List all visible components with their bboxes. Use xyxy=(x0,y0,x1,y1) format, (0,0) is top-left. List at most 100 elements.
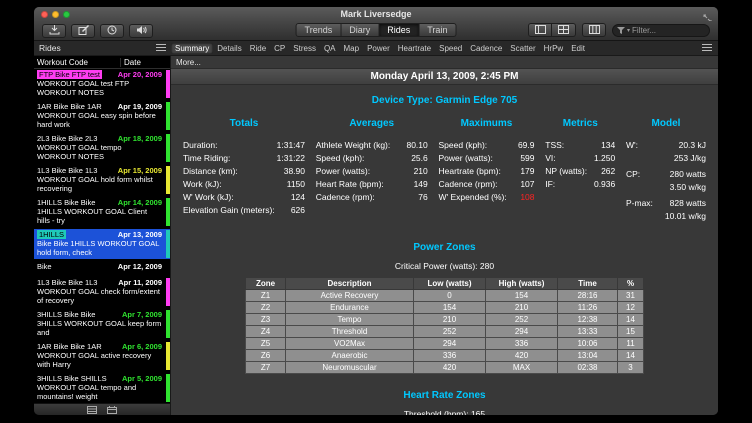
zone-cell: 02:38 xyxy=(558,362,618,374)
metric-value: 626 xyxy=(291,204,305,217)
metric-label: Athlete Weight (kg): xyxy=(316,139,391,152)
tab-speed[interactable]: Speed xyxy=(435,43,466,54)
metric: Athlete Weight (kg):80.10 xyxy=(316,139,428,152)
ride-color-stripe xyxy=(166,230,170,258)
metric-label: NP (watts): xyxy=(545,165,587,178)
close-window-button[interactable] xyxy=(41,11,48,18)
tab-map[interactable]: Map xyxy=(340,43,364,54)
zone-cell: 294 xyxy=(414,338,486,350)
metrics-section-maximums: MaximumsSpeed (kph):69.9Power (watts):59… xyxy=(439,118,535,226)
metric-value: 828 watts xyxy=(670,197,706,210)
metric-value: 107 xyxy=(520,178,534,191)
sidebar-menu-icon[interactable] xyxy=(156,44,166,53)
metric: Power (watts):599 xyxy=(439,152,535,165)
zone-cell: Active Recovery xyxy=(286,290,414,302)
metric-label: CP: xyxy=(626,168,640,181)
ride-list-item[interactable]: Apr 18, 20092L3 Bike Bike 2L3 WORKOUT GO… xyxy=(34,133,170,163)
zone-cell: Neuromuscular xyxy=(286,362,414,374)
ride-date: Apr 15, 2009 xyxy=(118,166,162,175)
tab-heartrate[interactable]: Heartrate xyxy=(394,43,435,54)
ride-list-item[interactable]: Apr 13, 20091HILLSBike Bike 1HILLS WORKO… xyxy=(34,229,170,259)
view-switcher: TrendsDiaryRidesTrain xyxy=(296,23,457,37)
ride-list-item[interactable]: Apr 19, 20091AR Bike Bike 1AR WORKOUT GO… xyxy=(34,101,170,131)
traffic-lights xyxy=(34,11,70,18)
ride-sidebar: Workout Code Date Apr 20, 2009FTP Bike F… xyxy=(34,56,171,415)
chart-menu-icon[interactable] xyxy=(696,44,718,53)
view-tab-diary[interactable]: Diary xyxy=(341,23,379,37)
metric-value: 599 xyxy=(520,152,534,165)
zone-cell: Z5 xyxy=(246,338,286,350)
filter-field[interactable]: ▾ xyxy=(612,24,710,37)
zone-cell: 210 xyxy=(414,314,486,326)
toolbar-left-group xyxy=(42,24,153,38)
analysis-tabbar: Rides SummaryDetailsRideCPStressQAMapPow… xyxy=(34,41,718,56)
manual-entry-button[interactable] xyxy=(71,24,95,38)
import-ride-button[interactable] xyxy=(42,24,66,38)
content: Workout Code Date Apr 20, 2009FTP Bike F… xyxy=(34,56,718,415)
tab-qa[interactable]: QA xyxy=(320,43,340,54)
tab-power[interactable]: Power xyxy=(363,43,394,54)
view-tab-train[interactable]: Train xyxy=(419,23,456,37)
column-header-date[interactable]: Date xyxy=(120,58,170,67)
tab-edit[interactable]: Edit xyxy=(567,43,589,54)
ride-list-item[interactable]: Apr 7, 20093HILLS Bike Bike 3HILLS WORKO… xyxy=(34,309,170,339)
ride-list-item[interactable]: Apr 5, 20093HILLS Bike SHILLS WORKOUT GO… xyxy=(34,373,170,403)
ride-color-stripe xyxy=(166,198,170,226)
zone-cell: 11:26 xyxy=(558,302,618,314)
view-tab-trends[interactable]: Trends xyxy=(296,23,342,37)
metric-label: Distance (km): xyxy=(183,165,238,178)
metric: NP (watts):262 xyxy=(545,165,615,178)
ride-list-item[interactable]: Apr 20, 2009FTP Bike FTP testWORKOUT GOA… xyxy=(34,69,170,99)
tab-hrpw[interactable]: HrPw xyxy=(540,43,568,54)
ride-list-item[interactable]: Apr 12, 2009Bike xyxy=(34,261,170,275)
zone-row: Z2Endurance15421011:2612 xyxy=(246,302,644,314)
zone-row: Z3Tempo21025212:3814 xyxy=(246,314,644,326)
metric-label: Heart Rate (bpm): xyxy=(316,178,384,191)
tab-cp[interactable]: CP xyxy=(270,43,289,54)
clock-icon xyxy=(107,22,117,40)
tiled-view-button[interactable] xyxy=(582,23,606,37)
zone-col-header: Low (watts) xyxy=(414,278,486,290)
metric: W':20.3 kJ xyxy=(626,139,706,152)
metric-secondary: 3.50 w/kg xyxy=(626,181,706,194)
metric: VI:1.250 xyxy=(545,152,615,165)
metrics-section-totals: TotalsDuration:1:31:47Time Riding:1:31:2… xyxy=(183,118,305,226)
tab-ride[interactable]: Ride xyxy=(246,43,270,54)
sync-button[interactable] xyxy=(100,24,124,38)
ride-list-item[interactable]: Apr 11, 20091L3 Bike Bike 1L3 WORKOUT GO… xyxy=(34,277,170,307)
zone-cell: 336 xyxy=(414,350,486,362)
zone-cell: 15 xyxy=(618,326,644,338)
view-tab-rides[interactable]: Rides xyxy=(379,23,419,37)
sidebar-toggle-button[interactable] xyxy=(528,23,552,37)
lowbar-toggle-button[interactable] xyxy=(552,23,576,37)
filter-funnel-icon xyxy=(617,21,625,39)
zone-cell: 154 xyxy=(414,302,486,314)
minimize-window-button[interactable] xyxy=(52,11,59,18)
metric: P-max:828 watts xyxy=(626,197,706,210)
metrics-section-title: Metrics xyxy=(545,118,615,129)
column-header-workout-code[interactable]: Workout Code xyxy=(34,58,120,67)
screen: Mark Liversedge xyxy=(0,0,752,423)
metric-label: Time Riding: xyxy=(183,152,230,165)
filter-input[interactable] xyxy=(632,26,705,35)
metric: Speed (kph):25.6 xyxy=(316,152,428,165)
zone-cell: Z1 xyxy=(246,290,286,302)
metrics-section-title: Maximums xyxy=(439,118,535,129)
tab-stress[interactable]: Stress xyxy=(289,43,320,54)
tab-scatter[interactable]: Scatter xyxy=(506,43,539,54)
audio-button[interactable] xyxy=(129,24,153,38)
tab-summary[interactable]: Summary xyxy=(171,43,213,54)
more-link[interactable]: More... xyxy=(171,56,718,68)
ride-list-item[interactable]: Apr 15, 20091L3 Bike Bike 1L3 WORKOUT GO… xyxy=(34,165,170,195)
ride-list-item[interactable]: Apr 6, 20091AR Bike Bike 1AR WORKOUT GOA… xyxy=(34,341,170,371)
tab-details[interactable]: Details xyxy=(213,43,245,54)
tab-cadence[interactable]: Cadence xyxy=(466,43,506,54)
ride-label: WORKOUT GOAL test FTP WORKOUT NOTES xyxy=(37,79,162,97)
ride-color-stripe xyxy=(166,342,170,370)
zoom-window-button[interactable] xyxy=(63,11,70,18)
metric-value: 0.936 xyxy=(594,178,615,191)
metric: Time Riding:1:31:22 xyxy=(183,152,305,165)
ride-date: Apr 19, 2009 xyxy=(118,102,162,111)
metric-label: TSS: xyxy=(545,139,564,152)
ride-list-item[interactable]: Apr 14, 20091HILLS Bike Bike 1HILLS WORK… xyxy=(34,197,170,227)
